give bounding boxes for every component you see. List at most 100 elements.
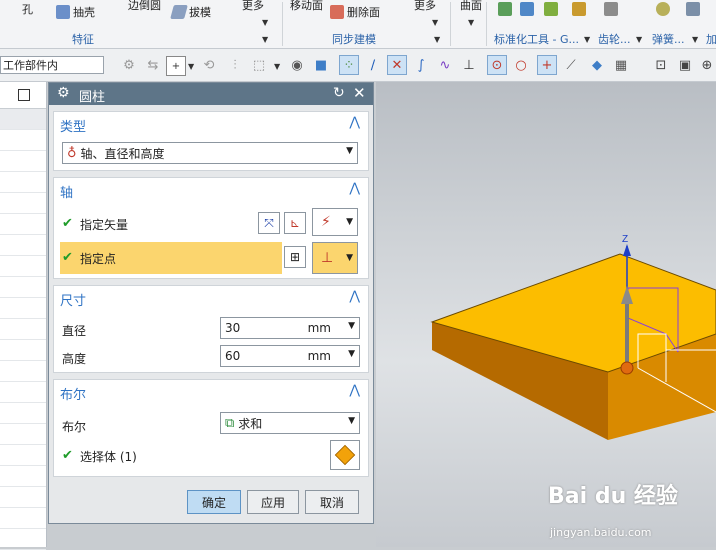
- apply-button[interactable]: 应用: [247, 490, 299, 514]
- ribbon-move-face[interactable]: 移动面: [290, 0, 323, 13]
- navigator-row[interactable]: [0, 319, 46, 340]
- pan-view-icon[interactable]: ⊕: [698, 56, 716, 74]
- shell-icon: [56, 5, 70, 19]
- spring-caret-icon[interactable]: ▼: [692, 35, 698, 44]
- navigator-row[interactable]: [0, 403, 46, 424]
- cylinder-type-icon: ♁: [67, 145, 77, 161]
- more-sync-caret-icon[interactable]: ▼: [432, 18, 438, 27]
- select-all-icon[interactable]: ⇆: [144, 56, 162, 74]
- navigator-row[interactable]: [0, 508, 46, 529]
- vector-type-dropdown[interactable]: ⚡ ▼: [312, 208, 358, 236]
- intersection-snap-icon[interactable]: +: [537, 55, 557, 75]
- std-part-icon-3[interactable]: [544, 2, 558, 16]
- navigator-row[interactable]: [0, 256, 46, 277]
- origin-point[interactable]: [620, 361, 634, 375]
- select-body-button[interactable]: [330, 440, 360, 470]
- tangent-snap-icon[interactable]: ⟋: [562, 56, 580, 74]
- select-filter-icon[interactable]: ⚙: [120, 56, 138, 74]
- navigator-row[interactable]: [0, 235, 46, 256]
- point-type-dropdown[interactable]: ⊥ ▼: [312, 242, 358, 274]
- navigator-row[interactable]: [0, 277, 46, 298]
- center-snap-icon[interactable]: ⊙: [487, 55, 507, 75]
- rotate-icon[interactable]: ⟲: [200, 56, 218, 74]
- curve-snap-icon[interactable]: ∫: [412, 56, 430, 74]
- midpoint-snap-icon[interactable]: ✕: [387, 55, 407, 75]
- std-part-icon-4[interactable]: [572, 2, 586, 16]
- gear-icon[interactable]: ⚙: [57, 85, 70, 101]
- cancel-button[interactable]: 取消: [305, 490, 359, 514]
- gear-caret-icon[interactable]: ▼: [636, 35, 642, 44]
- shaded-view-icon[interactable]: ◉: [288, 56, 306, 74]
- navigator-row[interactable]: [0, 298, 46, 319]
- face-snap-icon[interactable]: ◆: [588, 56, 606, 74]
- ok-button[interactable]: 确定: [187, 490, 241, 514]
- chevron-down-icon[interactable]: ▼: [348, 321, 355, 331]
- height-input[interactable]: 60 mm ▼: [220, 345, 360, 367]
- gear-tool-icon[interactable]: [604, 2, 618, 16]
- group-label-std-parts: 标准化工具 - G...: [494, 33, 579, 46]
- navigator-row[interactable]: [0, 445, 46, 466]
- navigator-row[interactable]: [0, 487, 46, 508]
- navigator-row[interactable]: [0, 109, 46, 130]
- navigator-row[interactable]: [0, 361, 46, 382]
- endpoint-snap-icon[interactable]: ⁘: [339, 55, 359, 75]
- navigator-row[interactable]: [0, 172, 46, 193]
- navigator-row[interactable]: [0, 340, 46, 361]
- navigator-row[interactable]: [0, 424, 46, 445]
- specify-point-row[interactable]: ✔ 指定点: [60, 242, 282, 274]
- snap-caret-icon[interactable]: ▼: [188, 62, 194, 71]
- reset-icon[interactable]: ↻: [333, 85, 345, 101]
- surface-caret-icon[interactable]: ▼: [468, 18, 474, 27]
- point-dialog-button[interactable]: ⊞: [284, 246, 306, 268]
- navigator-row[interactable]: [0, 151, 46, 172]
- selection-scope-dropdown[interactable]: 工作部件内: [0, 56, 104, 74]
- sync-group-caret-icon[interactable]: ▼: [434, 35, 440, 44]
- cylinder-type-dropdown[interactable]: ♁ 轴、直径和高度 ▼: [62, 142, 358, 164]
- ribbon-hole[interactable]: 孔: [22, 1, 33, 17]
- cube-view-icon[interactable]: ■: [312, 56, 330, 74]
- ribbon-draft[interactable]: 拔模: [170, 4, 211, 20]
- navigator-row[interactable]: [0, 466, 46, 487]
- reverse-direction-button[interactable]: ⤧: [258, 212, 280, 234]
- navigator-row[interactable]: [0, 193, 46, 214]
- maximize-icon[interactable]: [18, 89, 30, 101]
- spline-snap-icon[interactable]: ∿: [436, 56, 454, 74]
- snap-point-icon[interactable]: +: [166, 56, 186, 76]
- align-icon[interactable]: ⫶: [226, 56, 244, 74]
- ribbon-surface[interactable]: 曲面: [460, 0, 482, 13]
- boolean-dropdown[interactable]: ⧉ 求和 ▼: [220, 412, 360, 434]
- select-body-check-icon: ✔: [62, 448, 73, 463]
- type-collapse-icon[interactable]: ⋀: [349, 115, 360, 130]
- rectangle-select-icon[interactable]: ⬚: [250, 56, 268, 74]
- navigator-row[interactable]: [0, 130, 46, 151]
- more-features-caret-icon[interactable]: ▼: [262, 18, 268, 27]
- features-group-caret-icon[interactable]: ▼: [262, 35, 268, 44]
- ribbon-edge-blend[interactable]: 边倒圆: [128, 0, 161, 13]
- navigator-row[interactable]: [0, 214, 46, 235]
- zoom-view-icon[interactable]: ▣: [676, 56, 694, 74]
- dimensions-collapse-icon[interactable]: ⋀: [349, 289, 360, 304]
- spring-tool-icon[interactable]: [656, 2, 670, 16]
- ribbon-more-sync[interactable]: 更多: [414, 0, 436, 13]
- fit-view-icon[interactable]: ⊡: [652, 56, 670, 74]
- grid-snap-icon[interactable]: ▦: [612, 56, 630, 74]
- ribbon-delete-face[interactable]: 删除面: [330, 4, 380, 20]
- axis-collapse-icon[interactable]: ⋀: [349, 181, 360, 196]
- std-part-icon-1[interactable]: [498, 2, 512, 16]
- boolean-collapse-icon[interactable]: ⋀: [349, 383, 360, 398]
- quadrant-snap-icon[interactable]: ○: [512, 56, 530, 74]
- chevron-down-icon[interactable]: ▼: [348, 349, 355, 359]
- vector-dialog-button[interactable]: ⊾: [284, 212, 306, 234]
- line-snap-icon[interactable]: ∕: [364, 56, 382, 74]
- close-icon[interactable]: ✕: [353, 84, 366, 102]
- std-parts-caret-icon[interactable]: ▼: [584, 35, 590, 44]
- add-tool-icon[interactable]: [686, 2, 700, 16]
- ribbon-more-features[interactable]: 更多: [242, 0, 264, 13]
- diameter-input[interactable]: 30 mm ▼: [220, 317, 360, 339]
- std-part-icon-2[interactable]: [520, 2, 534, 16]
- ribbon-shell[interactable]: 抽壳: [56, 4, 95, 20]
- dialog-title-bar[interactable]: ⚙ 圆柱 ↻ ✕: [49, 83, 373, 105]
- perpendicular-snap-icon[interactable]: ⊥: [460, 56, 478, 74]
- navigator-row[interactable]: [0, 382, 46, 403]
- rect-select-caret-icon[interactable]: ▼: [274, 62, 280, 71]
